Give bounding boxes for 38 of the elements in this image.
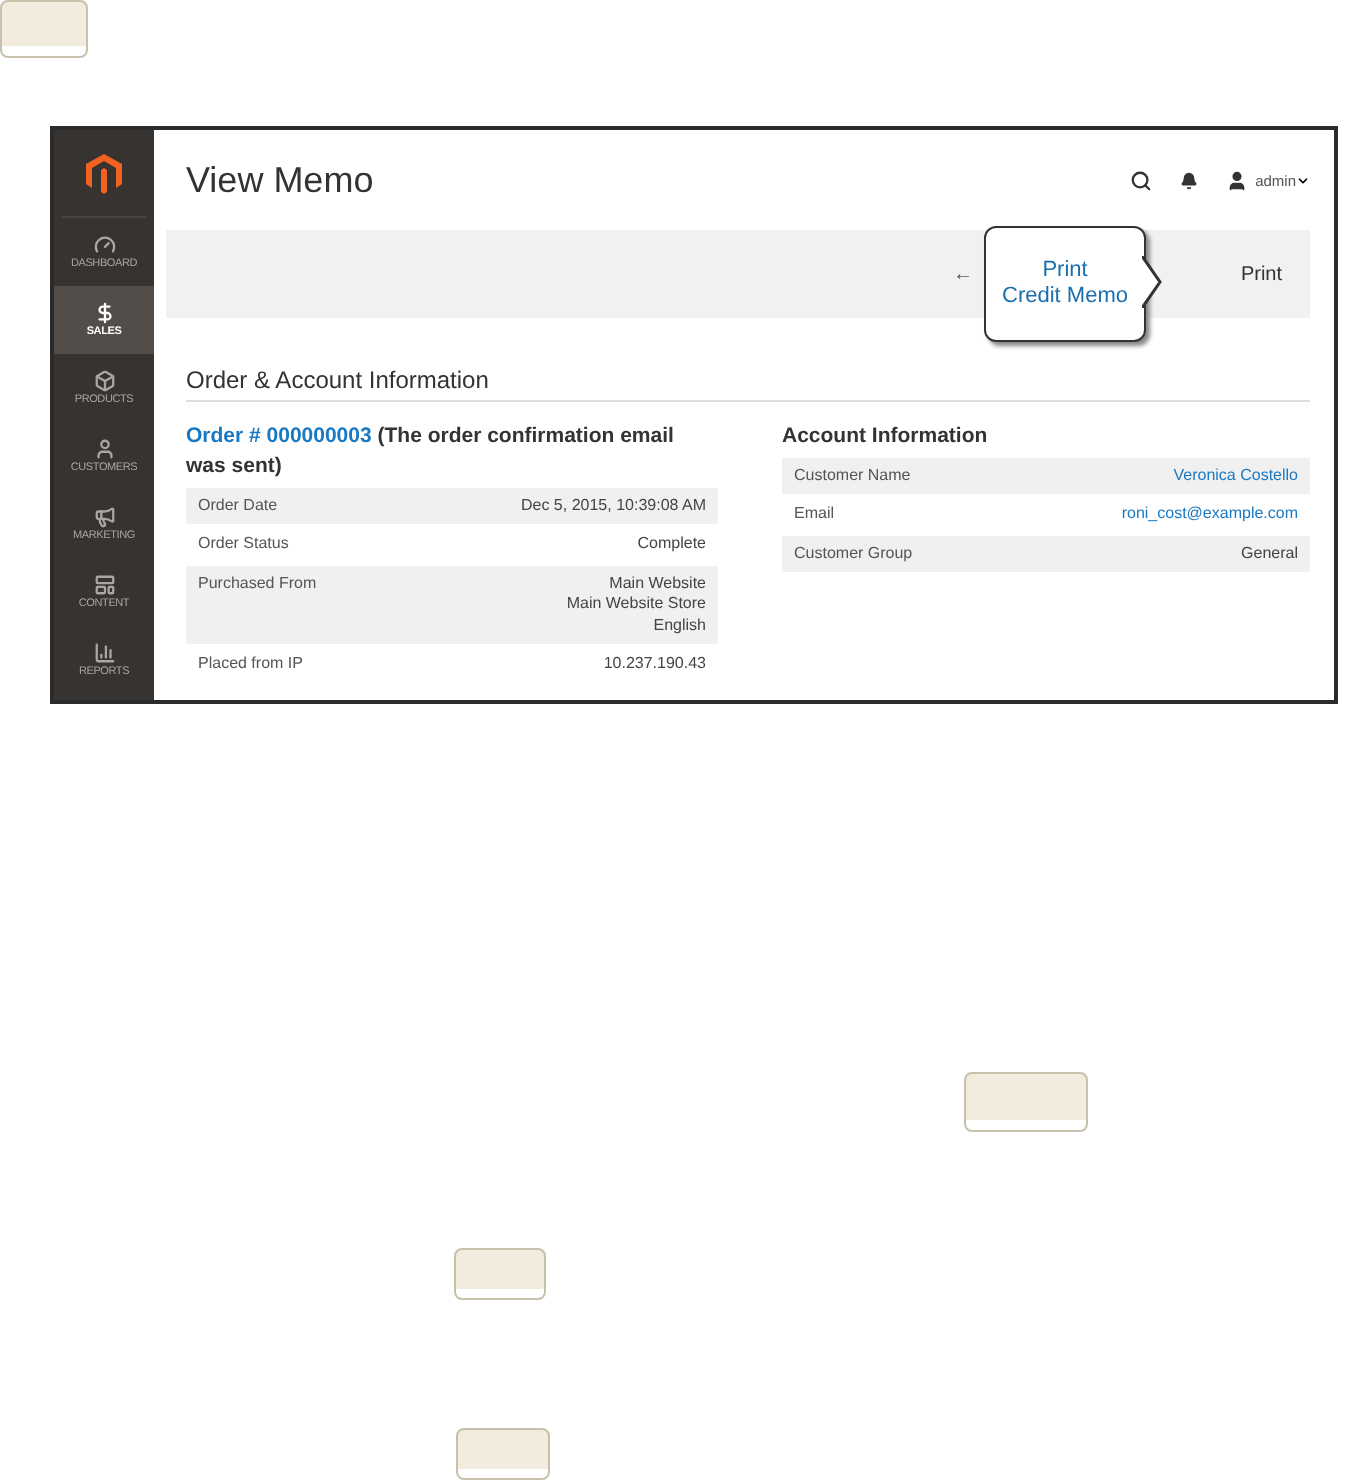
gauge-icon xyxy=(93,234,115,256)
row-label: Email xyxy=(794,504,835,526)
row-label: Order Status xyxy=(198,534,289,556)
search-icon[interactable] xyxy=(1129,169,1152,191)
row-value: General xyxy=(1241,543,1298,565)
row-value: 10.237.190.43 xyxy=(603,653,706,675)
row-label: Placed from IP xyxy=(198,653,303,675)
order-link[interactable]: Order # 000000003 xyxy=(186,424,372,448)
row-label: Customer Name xyxy=(794,466,911,487)
bar-chart-icon xyxy=(93,642,115,664)
print-button[interactable]: Print xyxy=(1240,259,1282,289)
box-icon xyxy=(93,370,115,392)
row-label: Customer Group xyxy=(794,543,913,565)
row-value: Complete xyxy=(637,534,706,556)
back-button[interactable]: ← xyxy=(952,263,973,285)
row-link[interactable]: roni_cost@example.com xyxy=(1121,504,1298,526)
blank-tag xyxy=(456,1428,550,1480)
caret-icon xyxy=(1296,173,1310,187)
logo-icon xyxy=(86,153,122,193)
account-heading: Account Information xyxy=(782,422,990,452)
row-label: Order Date xyxy=(198,496,278,517)
layout-icon xyxy=(93,574,115,596)
row-value: Main Website Main Website Store English xyxy=(566,573,706,636)
megaphone-icon xyxy=(93,506,115,528)
blank-tag xyxy=(964,1072,1088,1132)
section-title: Order & Account Information xyxy=(186,366,1310,402)
page-title: View Memo xyxy=(186,159,376,201)
dollar-icon xyxy=(93,302,115,324)
blank-tag xyxy=(0,0,88,58)
user-icon[interactable] xyxy=(1225,169,1248,191)
row-value: Dec 5, 2015, 10:39:08 AM xyxy=(520,496,706,517)
callout-text: Print Credit Memo xyxy=(1002,258,1128,310)
row-link[interactable]: Veronica Costello xyxy=(1173,466,1298,487)
bell-icon[interactable] xyxy=(1179,171,1198,189)
blank-tag xyxy=(454,1248,546,1300)
row-label: Purchased From xyxy=(198,573,317,596)
person-icon xyxy=(93,438,115,460)
order-heading: Order # 000000003 (The order confirmation email was sent) xyxy=(186,422,676,482)
